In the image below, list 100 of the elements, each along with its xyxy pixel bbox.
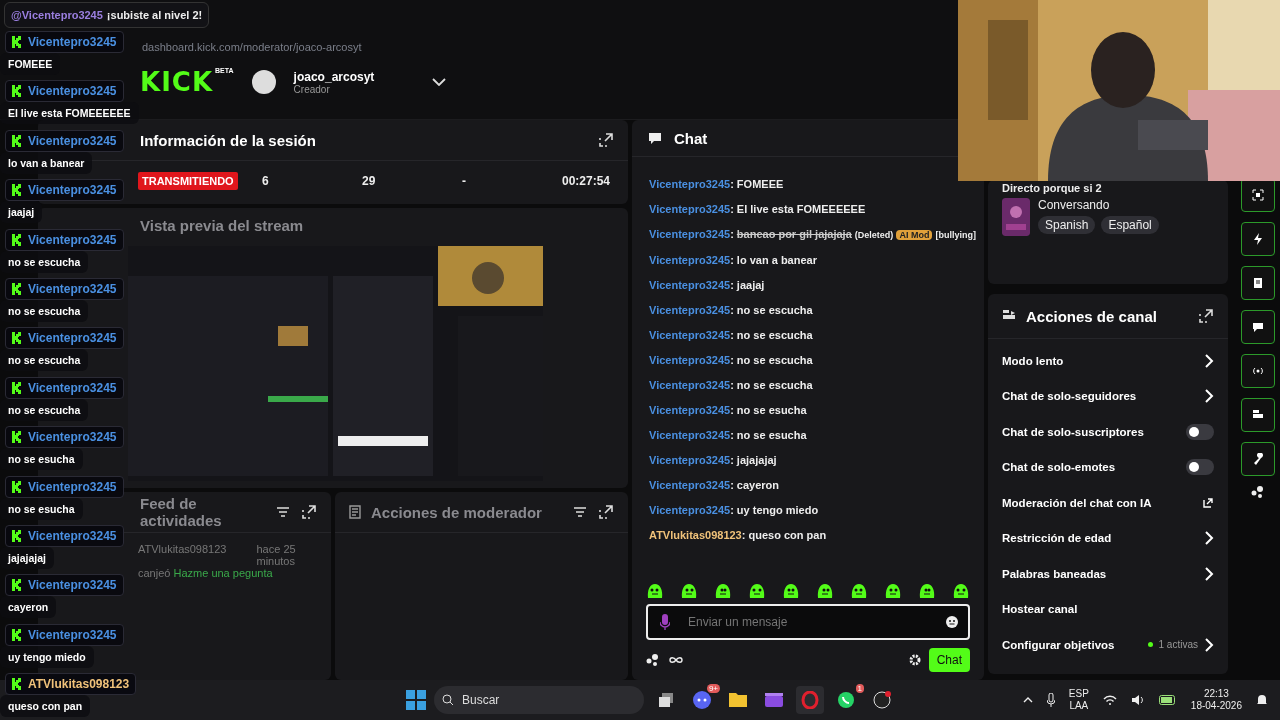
- channel-action-item[interactable]: Palabras baneadas: [1002, 567, 1107, 580]
- k-logo-icon: [12, 36, 22, 48]
- emote-icon[interactable]: [884, 582, 902, 600]
- dots-icon[interactable]: [1251, 486, 1265, 498]
- chat-icon[interactable]: [1241, 310, 1275, 344]
- k-logo-icon: [12, 134, 22, 147]
- filter-icon[interactable]: [275, 504, 291, 520]
- clock[interactable]: 22:13 18-04-2026: [1190, 688, 1242, 712]
- search-field[interactable]: Buscar: [434, 686, 644, 714]
- game-controller-icon[interactable]: [693, 691, 711, 709]
- message-input[interactable]: Enviar un mensaje: [646, 604, 970, 640]
- k-logo-icon: [12, 529, 22, 542]
- panel-title: Acciones de moderador: [371, 503, 543, 521]
- panel-title: Vista previa del stream: [140, 216, 305, 234]
- chevron-right-icon: [1204, 388, 1214, 405]
- settings-icon[interactable]: [908, 654, 921, 666]
- search-icon: [442, 694, 454, 706]
- chat-message-text: : cayeron: [730, 478, 780, 491]
- channel-action-item[interactable]: Hostear canal: [1002, 603, 1078, 616]
- broadcast-icon[interactable]: [1241, 354, 1275, 388]
- infinity-icon[interactable]: [668, 656, 684, 664]
- notification-badge: 9+: [706, 684, 720, 693]
- document-icon[interactable]: [1241, 266, 1275, 300]
- channel-action-item[interactable]: Configurar objetivos: [1002, 638, 1115, 651]
- username-tag: ATVlukitas098123: [5, 673, 137, 696]
- chat-message-text: : queso con pan: [741, 528, 827, 541]
- emote-icon[interactable]: [748, 582, 766, 600]
- expand-icon[interactable]: [301, 504, 317, 520]
- overlay-message: queso con pan: [0, 695, 91, 718]
- external-link-icon: [1202, 496, 1214, 509]
- expand-icon[interactable]: [598, 504, 614, 520]
- chevron-down-icon[interactable]: [432, 78, 447, 86]
- chevron-right-icon: [1204, 352, 1214, 369]
- emote-icon[interactable]: [952, 582, 970, 600]
- send-button[interactable]: Chat: [928, 648, 970, 672]
- channel-action-item[interactable]: Chat de solo-suscriptores: [1002, 425, 1144, 438]
- chat-message-text: : FOMEEE: [730, 177, 784, 190]
- windows-start-icon[interactable]: [406, 690, 426, 710]
- battery-icon[interactable]: [1158, 695, 1177, 705]
- microphone-icon[interactable]: [1046, 693, 1055, 707]
- ring-icon[interactable]: [796, 686, 824, 714]
- speaker-icon[interactable]: [1130, 694, 1145, 706]
- phone-bubble-icon[interactable]: [837, 691, 855, 709]
- username-tag: Vicentepro3245: [5, 179, 124, 202]
- event-text: canjeó Hazme una pegunta: [138, 567, 274, 579]
- bolt-icon[interactable]: [1241, 222, 1275, 256]
- chevron-up-icon[interactable]: [1022, 697, 1033, 703]
- expand-icon[interactable]: [1198, 308, 1214, 324]
- k-logo-icon: [12, 233, 22, 246]
- stat-value: 00:27:54: [561, 174, 612, 188]
- username-tag: Vicentepro3245: [5, 80, 124, 103]
- chat-username[interactable]: ATVlukitas098123: [649, 528, 742, 541]
- channel-action-item[interactable]: Restricción de edad: [1002, 532, 1112, 545]
- user-avatar: [251, 70, 276, 94]
- emote-icon[interactable]: [680, 582, 698, 600]
- dots-icon[interactable]: [646, 654, 660, 666]
- username-tag: Vicentepro3245: [5, 129, 124, 152]
- k-logo-icon: [12, 480, 22, 493]
- event-time: hace 25 minutos: [256, 543, 297, 567]
- category-cover-icon: [1002, 198, 1030, 236]
- stream-title: Directo porque si 2: [1002, 182, 1103, 194]
- emote-icon[interactable]: [918, 582, 936, 600]
- emote-icon[interactable]: [782, 582, 800, 600]
- filter-icon[interactable]: [572, 504, 588, 520]
- toggle-switch[interactable]: [1186, 423, 1214, 440]
- emote-icon[interactable]: [816, 582, 834, 600]
- toggle-switch[interactable]: [1186, 459, 1214, 476]
- bell-icon[interactable]: [1256, 694, 1268, 706]
- channel-action-item[interactable]: Chat de solo-seguidores: [1002, 390, 1137, 403]
- language-indicator[interactable]: ESP LAA: [1068, 688, 1089, 712]
- stat-value: 29: [361, 174, 377, 188]
- channel-action-item[interactable]: Moderación del chat con IA: [1002, 496, 1152, 509]
- tag[interactable]: Español: [1101, 216, 1159, 234]
- chat-message-text: : uy tengo miedo: [730, 503, 819, 516]
- emote-icon[interactable]: [850, 582, 868, 600]
- chat-bubble-icon: [648, 132, 662, 144]
- panel-title: Información de la sesión: [140, 131, 317, 149]
- url-text[interactable]: dashboard.kick.com/moderator/joaco-arcosyt: [142, 41, 362, 55]
- channel-action-item[interactable]: Modo lento: [1002, 354, 1064, 367]
- tag[interactable]: Spanish: [1038, 216, 1096, 234]
- emote-icon[interactable]: [714, 582, 732, 600]
- chat-message-text: : no se escucha: [730, 353, 813, 366]
- username-tag: Vicentepro3245: [5, 475, 124, 498]
- expand-icon[interactable]: [598, 132, 614, 148]
- wifi-icon[interactable]: [1102, 695, 1117, 705]
- k-logo-icon: [12, 85, 22, 98]
- document-icon: [349, 505, 361, 519]
- goal-count: 1 activas: [1158, 639, 1198, 651]
- emote-icon[interactable]: [646, 582, 664, 600]
- chevron-right-icon: [1204, 530, 1214, 547]
- username-tag: Vicentepro3245: [5, 376, 124, 399]
- category-name[interactable]: Conversando: [1038, 198, 1159, 212]
- chat-message-text: : no se esucha: [730, 428, 807, 441]
- chat-message-text: : El live esta FOMEEEEEE: [730, 202, 866, 215]
- level-up-alert: @Vicentepro3245 ¡subiste al nivel 2!: [4, 2, 210, 28]
- smiley-icon[interactable]: [946, 616, 958, 628]
- notification-badge: 1: [855, 684, 864, 693]
- channel-action-item[interactable]: Chat de solo-emotes: [1002, 461, 1116, 474]
- k-logo-icon: [12, 431, 22, 444]
- username: joaco_arcosyt: [293, 69, 375, 84]
